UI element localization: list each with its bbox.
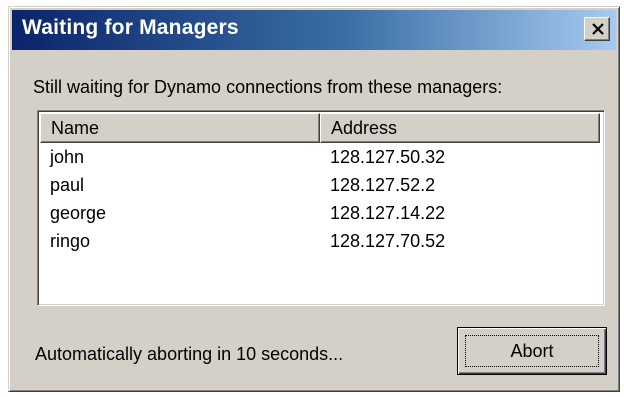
abort-button-label: Abort (510, 341, 554, 361)
manager-address: 128.127.52.2 (330, 175, 436, 195)
countdown-status: Automatically aborting in 10 seconds... (35, 344, 344, 364)
manager-address: 128.127.14.22 (330, 203, 446, 223)
manager-address: 128.127.50.32 (330, 147, 446, 167)
title-bar[interactable]: Waiting for Managers (12, 10, 616, 50)
manager-name: john (50, 147, 85, 167)
prompt-text: Still waiting for Dynamo connections fro… (33, 77, 503, 97)
column-header-name[interactable]: Name (40, 113, 320, 143)
managers-list[interactable]: Name Address john 128.127.50.32 paul 128… (37, 110, 605, 306)
manager-name: george (50, 203, 107, 223)
manager-name: paul (50, 175, 85, 195)
column-header-address[interactable]: Address (320, 113, 600, 143)
close-icon (592, 23, 604, 35)
list-header: Name Address (40, 113, 602, 143)
window-title: Waiting for Managers (22, 16, 239, 39)
dialog-window: Waiting for Managers Still waiting for D… (8, 6, 620, 392)
manager-name: ringo (50, 231, 91, 251)
manager-address: 128.127.70.52 (330, 231, 446, 251)
abort-button[interactable]: Abort (457, 327, 607, 375)
close-button[interactable] (584, 17, 610, 41)
